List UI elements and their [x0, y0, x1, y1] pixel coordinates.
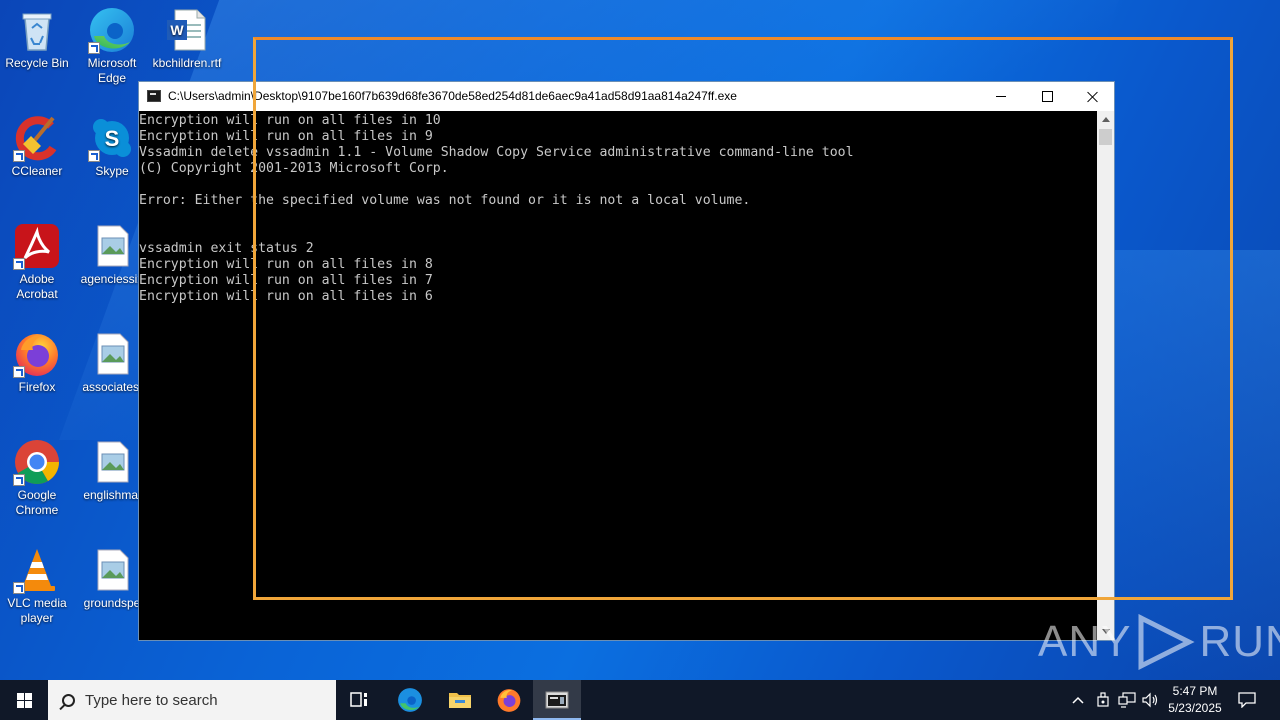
window-titlebar[interactable]: C:\Users\admin\Desktop\9107be160f7b639d6… [139, 82, 1114, 111]
console-line: Error: Either the specified volume was n… [139, 193, 751, 208]
console-line: Vssadmin delete vssadmin 1.1 - Volume Sh… [139, 145, 854, 160]
ccleaner-icon [13, 114, 61, 162]
watermark-text-left: ANY [1038, 617, 1132, 666]
console-line: Encryption will run on all files in 7 [139, 273, 433, 288]
shortcut-arrow-icon [13, 150, 25, 162]
taskbar-file-explorer[interactable] [436, 680, 484, 720]
shortcut-arrow-icon [88, 150, 100, 162]
shortcut-arrow-icon [13, 258, 25, 270]
minimize-icon [996, 96, 1006, 97]
windows-logo-icon [16, 692, 32, 708]
desktop-icon-label: kbchildren.rtf [152, 56, 222, 70]
console-line: vssadmin exit status 2 [139, 241, 314, 256]
console-app-icon [545, 691, 569, 709]
image-file-icon [88, 438, 136, 486]
desktop-icon-label: CCleaner [11, 164, 63, 178]
arrow-up-icon [1101, 117, 1110, 122]
chevron-up-icon [1072, 696, 1084, 704]
scroll-thumb[interactable] [1099, 129, 1112, 145]
start-button[interactable] [0, 680, 48, 720]
console-app-icon [147, 90, 161, 102]
maximize-button[interactable] [1024, 82, 1070, 111]
search-icon [62, 693, 75, 707]
firefox-icon [13, 330, 61, 378]
recycle-bin-icon [13, 6, 61, 54]
desktop-icon-kbchildren[interactable]: W kbchildren.rtf [150, 6, 224, 71]
notification-icon [1238, 692, 1256, 708]
desktop-icon-label: Recycle Bin [5, 56, 69, 70]
clock-time: 5:47 PM [1172, 684, 1218, 698]
taskbar: 5:47 PM 5/23/2025 [0, 680, 1280, 720]
taskbar-clock[interactable]: 5:47 PM 5/23/2025 [1160, 683, 1230, 717]
window-title: C:\Users\admin\Desktop\9107be160f7b639d6… [168, 89, 737, 103]
scroll-up-button[interactable] [1097, 111, 1114, 128]
tray-device-button[interactable] [1092, 680, 1114, 720]
search-input[interactable] [85, 691, 315, 709]
clock-date: 5/23/2025 [1168, 701, 1222, 715]
svg-text:W: W [170, 22, 184, 38]
desktop-icon-adobe-acrobat[interactable]: Adobe Acrobat [0, 222, 74, 302]
desktop-icon-label: Adobe Acrobat [16, 272, 58, 301]
edge-icon [88, 6, 136, 54]
chrome-icon [13, 438, 61, 486]
play-triangle-icon [1138, 614, 1196, 670]
image-file-icon [88, 330, 136, 378]
tray-network-button[interactable] [1116, 680, 1138, 720]
network-icon [1118, 692, 1136, 708]
svg-text:S: S [105, 126, 120, 151]
console-line: (C) Copyright 2001-2013 Microsoft Corp. [139, 161, 449, 176]
desktop-icon-google-chrome[interactable]: Google Chrome [0, 438, 74, 518]
desktop-icon-label: VLC media player [7, 596, 67, 625]
desktop-icon-firefox[interactable]: Firefox [0, 330, 74, 395]
shortcut-arrow-icon [13, 582, 25, 594]
word-document-icon: W [163, 6, 211, 54]
anyrun-watermark: ANY RUN [1038, 612, 1280, 672]
desktop-icon-label: Firefox [18, 380, 56, 394]
image-file-icon [88, 546, 136, 594]
watermark-text-right: RUN [1199, 617, 1280, 666]
volume-icon [1142, 692, 1158, 708]
desktop-icon-label: Google Chrome [15, 488, 59, 517]
firefox-icon [497, 689, 521, 712]
console-window[interactable]: C:\Users\admin\Desktop\9107be160f7b639d6… [138, 81, 1115, 641]
skype-icon: S [88, 114, 136, 162]
console-line: Encryption will run on all files in 6 [139, 289, 433, 304]
console-line: Encryption will run on all files in 9 [139, 129, 433, 144]
taskbar-console[interactable] [533, 680, 581, 720]
task-view-button[interactable] [336, 680, 384, 720]
taskbar-edge[interactable] [386, 680, 434, 720]
tray-volume-button[interactable] [1140, 680, 1162, 720]
shortcut-arrow-icon [13, 474, 25, 486]
vlc-icon [13, 546, 61, 594]
task-view-icon [350, 692, 367, 707]
desktop-icon-recycle-bin[interactable]: Recycle Bin [0, 6, 74, 71]
console-output[interactable]: Encryption will run on all files in 10 E… [139, 111, 1098, 640]
console-line: Encryption will run on all files in 8 [139, 257, 433, 272]
vertical-scrollbar[interactable] [1097, 111, 1114, 640]
close-button[interactable] [1070, 82, 1116, 111]
close-icon [1087, 91, 1099, 103]
removable-device-icon [1097, 692, 1109, 707]
image-file-icon [88, 222, 136, 270]
minimize-button[interactable] [978, 82, 1024, 111]
file-explorer-icon [449, 693, 471, 708]
shortcut-arrow-icon [88, 42, 100, 54]
desktop-icon-microsoft-edge[interactable]: Microsoft Edge [75, 6, 149, 86]
console-line: Encryption will run on all files in 10 [139, 113, 441, 128]
acrobat-icon [13, 222, 61, 270]
maximize-icon [1041, 91, 1053, 102]
shortcut-arrow-icon [13, 366, 25, 378]
edge-icon [398, 688, 422, 712]
tray-overflow-button[interactable] [1068, 680, 1088, 720]
taskbar-search[interactable] [48, 680, 336, 720]
desktop-icon-ccleaner[interactable]: CCleaner [0, 114, 74, 179]
taskbar-firefox[interactable] [485, 680, 533, 720]
desktop-icon-vlc[interactable]: VLC media player [0, 546, 74, 626]
notifications-button[interactable] [1232, 680, 1262, 720]
